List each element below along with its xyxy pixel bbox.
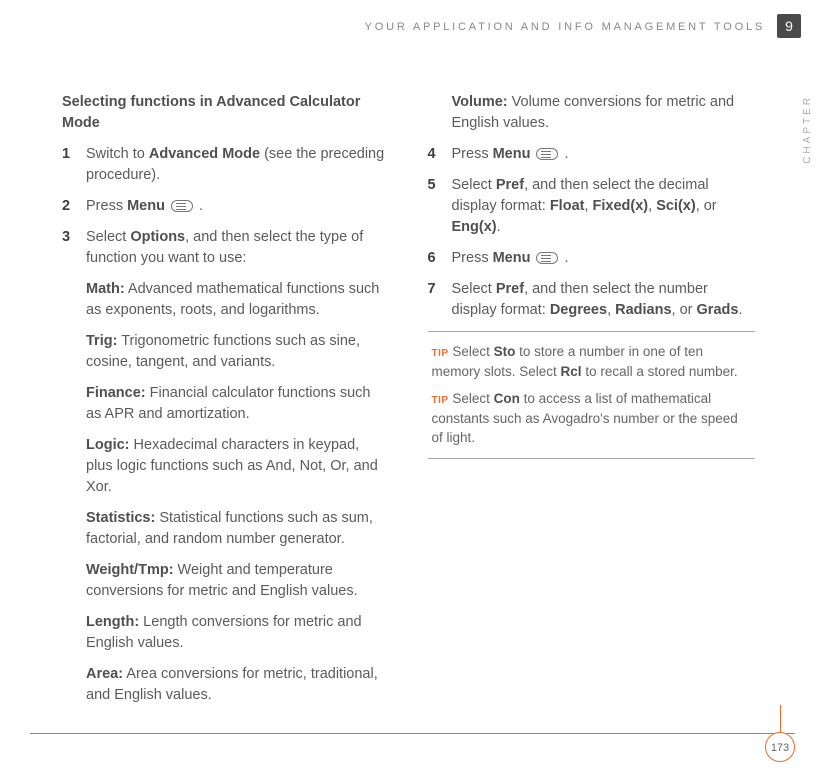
def-text: Advanced mathematical functions such as … — [86, 281, 379, 318]
menu-icon — [536, 252, 558, 264]
page-number: 173 — [765, 732, 795, 762]
def-label: Length: — [86, 614, 139, 630]
def-volume: Volume: Volume conversions for metric an… — [452, 92, 756, 134]
text: Select — [452, 281, 496, 297]
def-label: Finance: — [86, 385, 146, 401]
step-1: 1 Switch to Advanced Mode (see the prece… — [62, 144, 390, 186]
text: . — [195, 198, 203, 214]
step-body: Press Menu . — [452, 144, 756, 165]
def-label: Logic: — [86, 437, 130, 453]
def-label: Trig: — [86, 333, 117, 349]
step-2: 2 Press Menu . — [62, 196, 390, 217]
tip-label: TIP — [432, 395, 449, 406]
bold: Menu — [493, 250, 531, 266]
step-number: 2 — [62, 196, 86, 217]
text: , — [648, 198, 656, 214]
text: Press — [452, 250, 493, 266]
step-number: 3 — [62, 227, 86, 269]
def-text: Trigonometric functions such as sine, co… — [86, 333, 360, 370]
footer-rule — [30, 733, 795, 734]
text: , — [584, 198, 592, 214]
text: . — [497, 219, 501, 235]
bold: Radians — [615, 302, 671, 318]
text: Press — [86, 198, 127, 214]
text: Switch to — [86, 146, 149, 162]
bold: Options — [130, 229, 185, 245]
page-content: Selecting functions in Advanced Calculat… — [62, 92, 755, 712]
bold: Pref — [496, 281, 524, 297]
bold: Fixed(x) — [593, 198, 649, 214]
tip-2: TIP Select Con to access a list of mathe… — [432, 389, 752, 448]
def-finance: Finance: Financial calculator functions … — [86, 383, 390, 425]
text: Select — [449, 391, 494, 406]
step-body: Select Options, and then select the type… — [86, 227, 390, 269]
step-number: 7 — [428, 279, 452, 321]
def-label: Area: — [86, 666, 123, 682]
step-5: 5 Select Pref, and then select the decim… — [428, 175, 756, 238]
step-number: 4 — [428, 144, 452, 165]
menu-icon — [171, 200, 193, 212]
def-label: Weight/Tmp: — [86, 562, 174, 578]
text: , or — [672, 302, 697, 318]
tip-1: TIP Select Sto to store a number in one … — [432, 342, 752, 381]
step-number: 1 — [62, 144, 86, 186]
step-number: 5 — [428, 175, 452, 238]
text: , — [607, 302, 615, 318]
bold: Rcl — [561, 364, 582, 379]
step-body: Select Pref, and then select the decimal… — [452, 175, 756, 238]
def-logic: Logic: Hexadecimal characters in keypad,… — [86, 435, 390, 498]
step-body: Select Pref, and then select the number … — [452, 279, 756, 321]
step-body: Press Menu . — [452, 248, 756, 269]
bold: Grads — [697, 302, 739, 318]
def-text: Area conversions for metric, traditional… — [86, 666, 378, 703]
step-3: 3 Select Options, and then select the ty… — [62, 227, 390, 269]
step-7: 7 Select Pref, and then select the numbe… — [428, 279, 756, 321]
bold: Menu — [127, 198, 165, 214]
bold: Sto — [494, 344, 516, 359]
text: . — [560, 146, 568, 162]
step-body: Switch to Advanced Mode (see the precedi… — [86, 144, 390, 186]
bold: Menu — [493, 146, 531, 162]
text: . — [560, 250, 568, 266]
chapter-number-badge: 9 — [777, 14, 801, 38]
def-statistics: Statistics: Statistical functions such a… — [86, 508, 390, 550]
step-4: 4 Press Menu . — [428, 144, 756, 165]
bold: Eng(x) — [452, 219, 497, 235]
section-title: Selecting functions in Advanced Calculat… — [62, 92, 390, 134]
step-6: 6 Press Menu . — [428, 248, 756, 269]
def-label: Math: — [86, 281, 125, 297]
step-body: Press Menu . — [86, 196, 390, 217]
def-label: Volume: — [452, 94, 508, 110]
def-text: Hexadecimal characters in keypad, plus l… — [86, 437, 378, 495]
text: . — [738, 302, 742, 318]
bold: Degrees — [550, 302, 607, 318]
text: Press — [452, 146, 493, 162]
def-math: Math: Advanced mathematical functions su… — [86, 279, 390, 321]
text: Select — [449, 344, 494, 359]
tip-label: TIP — [432, 348, 449, 359]
running-head: YOUR APPLICATION AND INFO MANAGEMENT TOO… — [0, 20, 825, 36]
tip-box: TIP Select Sto to store a number in one … — [428, 331, 756, 459]
def-area: Area: Area conversions for metric, tradi… — [86, 664, 390, 706]
chapter-label-vertical: CHAPTER — [801, 95, 816, 164]
bold: Advanced Mode — [149, 146, 260, 162]
bold: Sci(x) — [656, 198, 696, 214]
def-trig: Trig: Trigonometric functions such as si… — [86, 331, 390, 373]
text: Select — [86, 229, 130, 245]
bold: Pref — [496, 177, 524, 193]
text: , or — [696, 198, 717, 214]
menu-icon — [536, 148, 558, 160]
text: to recall a stored number. — [582, 364, 738, 379]
bold: Con — [494, 391, 520, 406]
def-length: Length: Length conversions for metric an… — [86, 612, 390, 654]
bold: Float — [550, 198, 585, 214]
def-label: Statistics: — [86, 510, 155, 526]
step-number: 6 — [428, 248, 452, 269]
def-weight: Weight/Tmp: Weight and temperature conve… — [86, 560, 390, 602]
text: Select — [452, 177, 496, 193]
